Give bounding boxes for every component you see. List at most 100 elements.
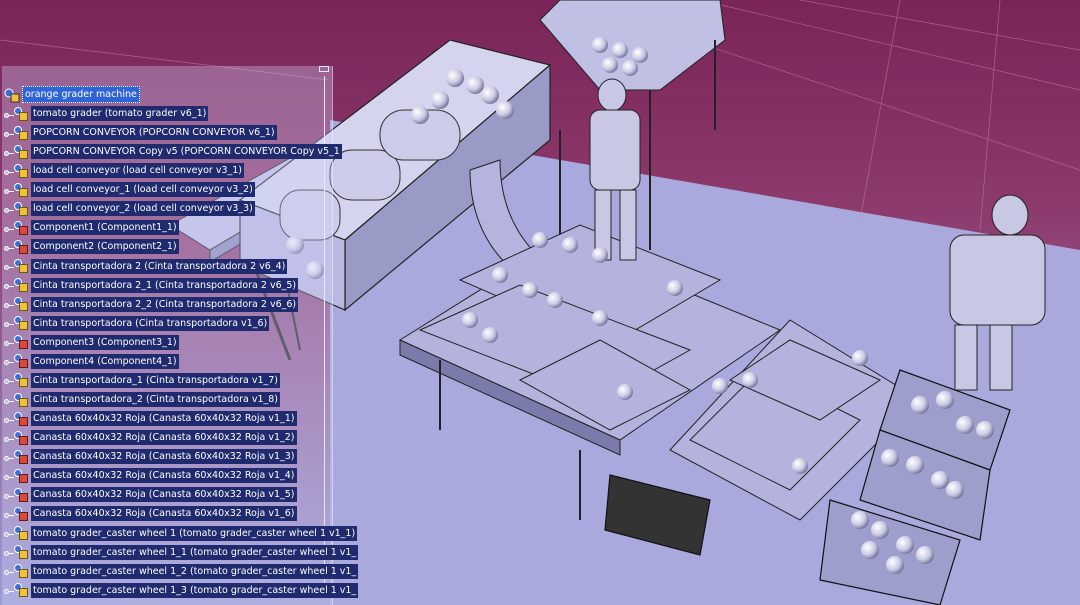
component-icon <box>14 506 28 521</box>
tree-item[interactable]: tomato grader_caster wheel 1_3 (tomato g… <box>4 582 359 599</box>
expand-node-icon[interactable] <box>4 185 14 195</box>
product-icon <box>14 182 28 197</box>
component-icon <box>14 220 28 235</box>
expand-node-icon[interactable] <box>4 242 14 252</box>
tree-item-label[interactable]: load cell conveyor_2 (load cell conveyor… <box>31 201 255 217</box>
tree-item-label[interactable]: Component1 (Component1_1) <box>31 220 179 236</box>
tree-item[interactable]: Cinta transportadora_2 (Cinta transporta… <box>4 391 281 408</box>
expand-node-icon[interactable] <box>4 566 14 576</box>
tree-item-label[interactable]: load cell conveyor_1 (load cell conveyor… <box>31 182 255 198</box>
product-icon <box>14 201 28 216</box>
expand-node-icon[interactable] <box>4 375 14 385</box>
expand-node-icon[interactable] <box>4 528 14 538</box>
tree-item[interactable]: load cell conveyor (load cell conveyor v… <box>4 162 245 179</box>
expand-node-icon[interactable] <box>4 490 14 500</box>
tree-item-label[interactable]: Canasta 60x40x32 Roja (Canasta 60x40x32 … <box>31 487 297 503</box>
tree-item[interactable]: Cinta transportadora (Cinta transportado… <box>4 315 270 332</box>
product-icon <box>14 297 28 312</box>
tree-item-label[interactable]: Canasta 60x40x32 Roja (Canasta 60x40x32 … <box>31 449 297 465</box>
tree-item-label[interactable]: Canasta 60x40x32 Roja (Canasta 60x40x32 … <box>31 430 297 446</box>
tree-root-label[interactable]: orange grader machine <box>22 86 140 103</box>
tree-item-label[interactable]: tomato grader_caster wheel 1 (tomato gra… <box>31 525 358 541</box>
tree-item[interactable]: Component3 (Component3_1) <box>4 334 179 351</box>
tree-item[interactable]: Cinta transportadora_1 (Cinta transporta… <box>4 372 281 389</box>
expand-node-icon[interactable] <box>4 128 14 138</box>
expand-node-icon[interactable] <box>4 109 14 119</box>
tree-item-label[interactable]: Component2 (Component2_1) <box>31 239 179 255</box>
scroll-up-arrow[interactable] <box>319 66 329 72</box>
expand-node-icon[interactable] <box>4 337 14 347</box>
tree-item[interactable]: Canasta 60x40x32 Roja (Canasta 60x40x32 … <box>4 505 297 522</box>
expand-node-icon[interactable] <box>4 299 14 309</box>
component-icon <box>14 335 28 350</box>
expand-node-icon[interactable] <box>4 280 14 290</box>
tree-item[interactable]: POPCORN CONVEYOR (POPCORN CONVEYOR v6_1) <box>4 124 277 141</box>
product-icon <box>14 583 28 598</box>
product-icon <box>14 106 28 121</box>
expand-node-icon[interactable] <box>4 509 14 519</box>
tree-item[interactable]: Cinta transportadora 2_2 (Cinta transpor… <box>4 296 299 313</box>
tree-item[interactable]: Component4 (Component4_1) <box>4 353 179 370</box>
expand-node-icon[interactable] <box>4 414 14 424</box>
tree-item[interactable]: tomato grader_caster wheel 1_2 (tomato g… <box>4 563 359 580</box>
product-icon <box>14 316 28 331</box>
tree-item-label[interactable]: Cinta transportadora 2_1 (Cinta transpor… <box>31 277 299 293</box>
tree-item[interactable]: Cinta transportadora 2 (Cinta transporta… <box>4 258 288 275</box>
tree-item[interactable]: Cinta transportadora 2_1 (Cinta transpor… <box>4 277 299 294</box>
assembly-icon <box>4 87 20 103</box>
tree-item-label[interactable]: Cinta transportadora_2 (Cinta transporta… <box>31 392 281 408</box>
expand-node-icon[interactable] <box>4 147 14 157</box>
tree-item[interactable]: Component2 (Component2_1) <box>4 238 179 255</box>
tree-item[interactable]: POPCORN CONVEYOR Copy v5 (POPCORN CONVEY… <box>4 143 342 160</box>
expand-node-icon[interactable] <box>4 433 14 443</box>
tree-item-label[interactable]: Canasta 60x40x32 Roja (Canasta 60x40x32 … <box>31 411 297 427</box>
tree-item[interactable]: tomato grader_caster wheel 1 (tomato gra… <box>4 525 358 542</box>
tree-item[interactable]: tomato grader_caster wheel 1_1 (tomato g… <box>4 544 359 561</box>
expand-node-icon[interactable] <box>4 204 14 214</box>
tree-item-label[interactable]: POPCORN CONVEYOR (POPCORN CONVEYOR v6_1) <box>31 125 277 141</box>
expand-node-icon[interactable] <box>4 585 14 595</box>
tree-item-label[interactable]: tomato grader_caster wheel 1_2 (tomato g… <box>31 563 359 579</box>
product-icon <box>14 163 28 178</box>
component-icon <box>14 449 28 464</box>
tree-item-label[interactable]: POPCORN CONVEYOR Copy v5 (POPCORN CONVEY… <box>31 144 342 160</box>
tree-item[interactable]: tomato grader (tomato grader v6_1) <box>4 105 209 122</box>
tree-item-label[interactable]: Component4 (Component4_1) <box>31 353 179 369</box>
tree-item-label[interactable]: Cinta transportadora 2_2 (Cinta transpor… <box>31 296 299 312</box>
tree-item-label[interactable]: load cell conveyor (load cell conveyor v… <box>31 163 245 179</box>
tree-item-label[interactable]: Cinta transportadora_1 (Cinta transporta… <box>31 372 281 388</box>
product-icon <box>14 125 28 140</box>
tree-item[interactable]: Canasta 60x40x32 Roja (Canasta 60x40x32 … <box>4 467 297 484</box>
tree-item[interactable]: Canasta 60x40x32 Roja (Canasta 60x40x32 … <box>4 410 297 427</box>
expand-node-icon[interactable] <box>4 318 14 328</box>
expand-node-icon[interactable] <box>4 547 14 557</box>
component-icon <box>14 430 28 445</box>
expand-node-icon[interactable] <box>4 223 14 233</box>
tree-item-label[interactable]: Cinta transportadora 2 (Cinta transporta… <box>31 258 288 274</box>
expand-node-icon[interactable] <box>4 452 14 462</box>
tree-item-label[interactable]: tomato grader (tomato grader v6_1) <box>31 106 209 121</box>
expand-node-icon[interactable] <box>4 356 14 366</box>
tree-item-label[interactable]: Canasta 60x40x32 Roja (Canasta 60x40x32 … <box>31 468 297 484</box>
product-icon <box>14 259 28 274</box>
tree-item[interactable]: Canasta 60x40x32 Roja (Canasta 60x40x32 … <box>4 448 297 465</box>
tree-item-label[interactable]: tomato grader_caster wheel 1_3 (tomato g… <box>31 582 359 598</box>
expand-node-icon[interactable] <box>4 166 14 176</box>
tree-item[interactable]: Canasta 60x40x32 Roja (Canasta 60x40x32 … <box>4 486 297 503</box>
product-icon <box>14 278 28 293</box>
tree-item-label[interactable]: Component3 (Component3_1) <box>31 334 179 350</box>
expand-node-icon[interactable] <box>4 471 14 481</box>
expand-node-icon[interactable] <box>4 261 14 271</box>
tree-item[interactable]: load cell conveyor_1 (load cell conveyor… <box>4 181 255 198</box>
tree-item-label[interactable]: Cinta transportadora (Cinta transportado… <box>31 315 270 331</box>
tree-item-label[interactable]: tomato grader_caster wheel 1_1 (tomato g… <box>31 544 359 560</box>
expand-node-icon[interactable] <box>4 395 14 405</box>
tree-item[interactable]: Canasta 60x40x32 Roja (Canasta 60x40x32 … <box>4 429 297 446</box>
tree-item[interactable]: Component1 (Component1_1) <box>4 219 179 236</box>
tree-item[interactable]: load cell conveyor_2 (load cell conveyor… <box>4 200 255 217</box>
tree-root[interactable]: orange grader machine <box>4 86 140 103</box>
tree-item-label[interactable]: Canasta 60x40x32 Roja (Canasta 60x40x32 … <box>31 506 297 522</box>
component-icon <box>14 411 28 426</box>
product-icon <box>14 373 28 388</box>
component-icon <box>14 487 28 502</box>
